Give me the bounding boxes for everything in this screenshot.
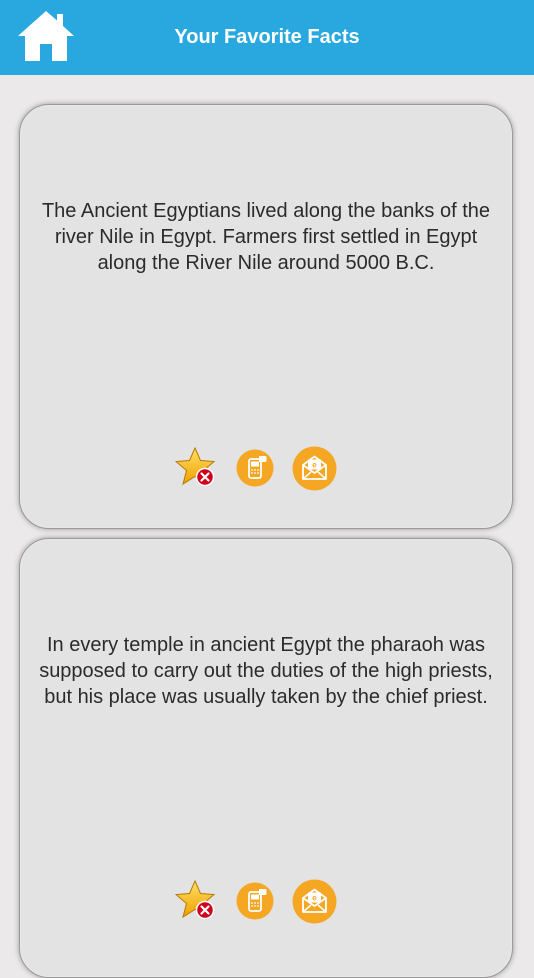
remove-favorite-icon — [175, 446, 216, 487]
fact-card: The Ancient Egyptians lived along the ba… — [19, 104, 513, 529]
svg-text:e: e — [312, 894, 317, 903]
sms-share-icon — [236, 449, 274, 487]
sms-share-button[interactable] — [236, 882, 274, 920]
fact-text: The Ancient Egyptians lived along the ba… — [41, 200, 491, 274]
fact-actions: e — [175, 879, 350, 925]
home-button[interactable] — [16, 8, 76, 64]
email-share-icon: e — [292, 446, 337, 491]
email-share-button[interactable]: e — [292, 446, 337, 491]
fact-actions: e — [175, 446, 350, 492]
home-icon — [18, 11, 74, 61]
svg-text:e: e — [312, 461, 317, 470]
app-header: Your Favorite Facts — [0, 0, 534, 75]
remove-favorite-button[interactable] — [175, 879, 219, 925]
remove-favorite-icon — [175, 879, 216, 920]
fact-card: In every temple in ancient Egypt the pha… — [19, 538, 513, 978]
page-title: Your Favorite Facts — [174, 26, 360, 48]
remove-favorite-button[interactable] — [175, 446, 219, 492]
fact-text: In every temple in ancient Egypt the pha… — [39, 634, 493, 708]
sms-share-button[interactable] — [236, 449, 274, 487]
email-share-icon: e — [292, 879, 337, 924]
email-share-button[interactable]: e — [292, 879, 337, 924]
sms-share-icon — [236, 882, 274, 920]
